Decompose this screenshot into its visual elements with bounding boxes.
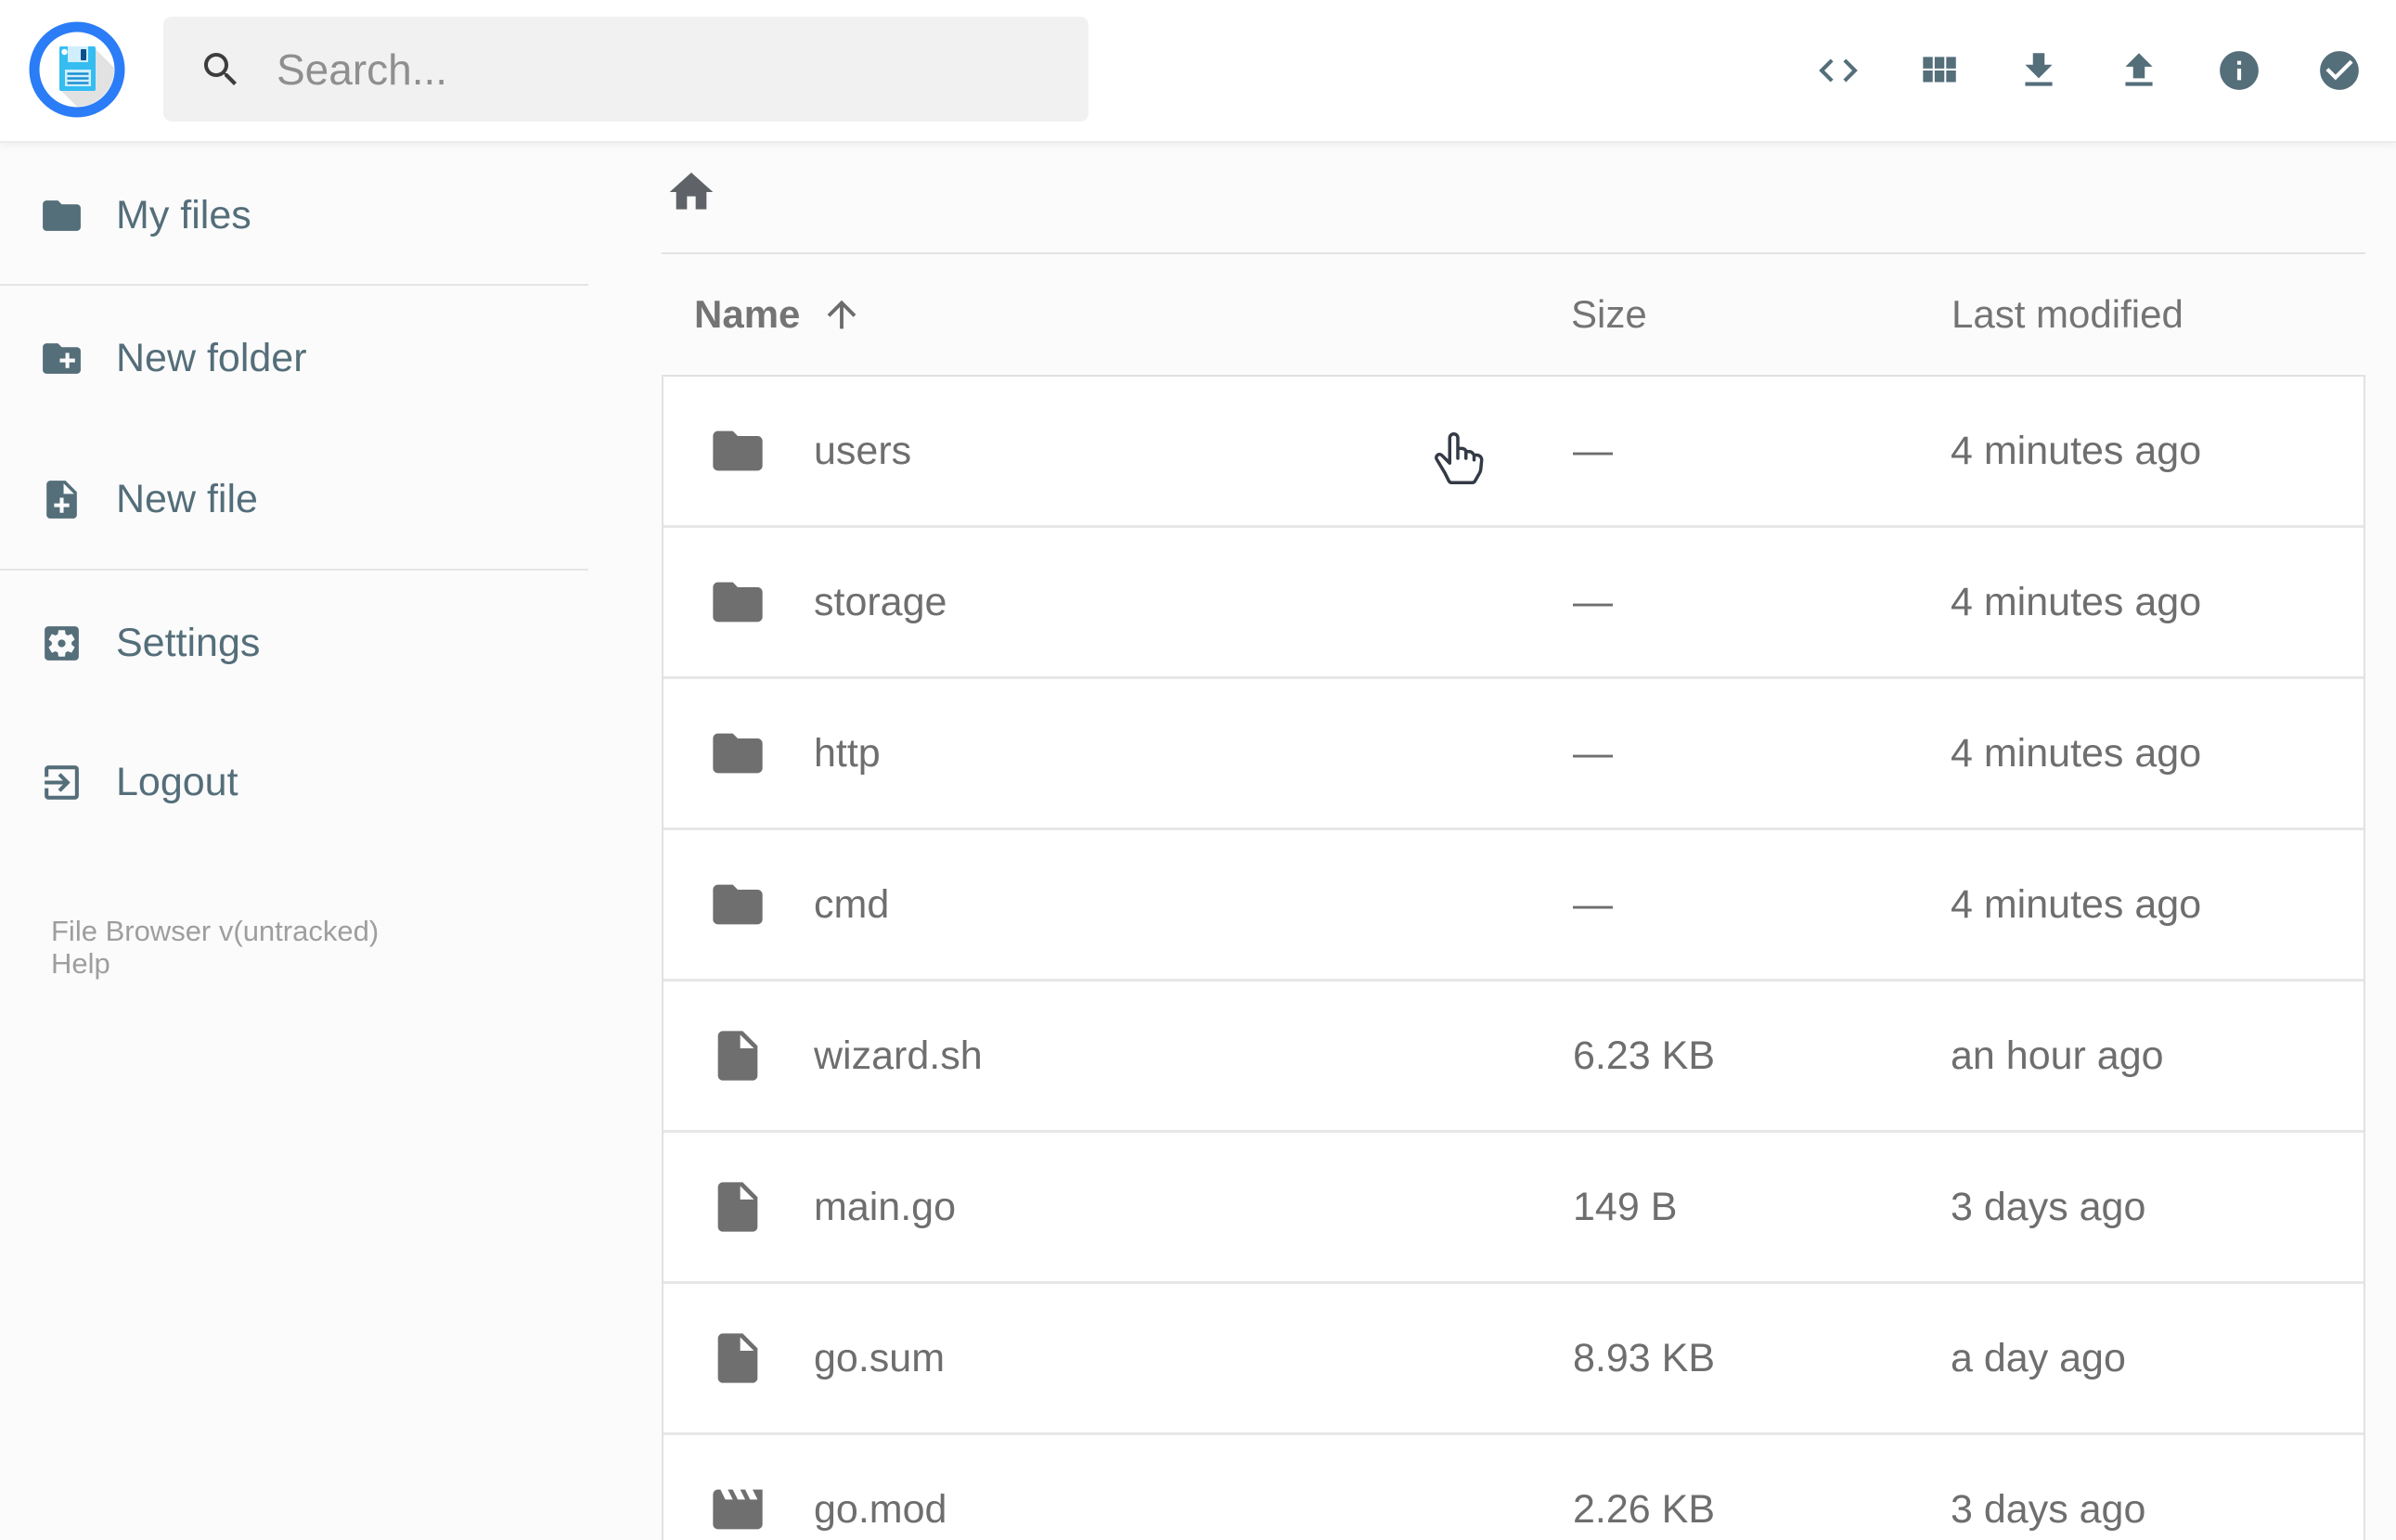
sidebar-item-label: My files (116, 192, 251, 237)
breadcrumb-divider (662, 252, 2365, 254)
file-size: 6.23 KB (1573, 1033, 1715, 1078)
sidebar-item-new-folder[interactable]: New folder (0, 312, 588, 404)
sidebar-item-logout[interactable]: Logout (0, 736, 588, 828)
folder-icon (708, 421, 767, 481)
app-version-text: File Browser v(untracked) (51, 915, 380, 947)
filebrowser-logo-icon (29, 21, 125, 118)
sort-ascending-arrow-icon (828, 300, 857, 329)
file-size: 8.93 KB (1573, 1335, 1715, 1380)
file-list: users — 4 minutes ago storage — 4 minute… (662, 375, 2365, 1540)
header-actions (1761, 47, 2363, 94)
sidebar-divider (0, 569, 588, 571)
file-name: cmd (814, 881, 890, 927)
movie-icon (708, 1480, 767, 1539)
sidebar-item-label: Logout (116, 759, 238, 804)
sidebar-item-my-files[interactable]: My files (0, 169, 588, 262)
folder-icon (708, 875, 767, 934)
file-modified: 4 minutes ago (1951, 579, 2202, 624)
settings-gear-icon (45, 625, 79, 661)
file-icon (708, 1328, 767, 1388)
file-name: main.go (814, 1184, 956, 1229)
file-size: — (1573, 579, 1613, 624)
grid-view-button[interactable] (1915, 47, 1962, 94)
filebrowser-app: My files New folder New file Settings (0, 0, 2396, 1540)
sidebar-item-new-file[interactable]: New file (0, 453, 588, 545)
file-row[interactable]: go.mod 2.26 KB 3 days ago (663, 1435, 2364, 1540)
file-size: — (1573, 428, 1613, 473)
file-modified: an hour ago (1951, 1033, 2164, 1078)
column-header-modified[interactable]: Last modified (1952, 291, 2183, 338)
file-name: users (814, 428, 912, 473)
column-header-name-label: Name (694, 292, 801, 336)
select-multiple-button[interactable] (2316, 47, 2363, 94)
file-modified: 4 minutes ago (1951, 730, 2202, 776)
download-icon (2025, 53, 2053, 86)
file-modified: 4 minutes ago (1951, 428, 2202, 473)
folder-plus-icon (43, 342, 81, 374)
sidebar-item-label: Settings (116, 620, 261, 665)
file-row[interactable]: go.sum 8.93 KB a day ago (663, 1284, 2364, 1435)
home-icon (669, 173, 714, 210)
search-input[interactable] (275, 43, 1089, 96)
upload-button[interactable] (2116, 47, 2162, 94)
folder-icon (708, 724, 767, 783)
file-icon (708, 1177, 767, 1237)
sidebar-item-settings[interactable]: Settings (0, 597, 588, 689)
file-plus-icon (46, 480, 77, 519)
code-icon (1819, 58, 1858, 83)
file-name: go.sum (814, 1335, 946, 1380)
column-header-size[interactable]: Size (1571, 291, 1647, 338)
file-modified: 3 days ago (1951, 1184, 2146, 1229)
search-bar[interactable] (163, 17, 1089, 122)
file-modified: a day ago (1951, 1335, 2126, 1380)
check-circle-icon (2320, 51, 2359, 90)
file-size: — (1573, 730, 1613, 776)
view-grid-icon (1923, 57, 1956, 83)
sidebar-item-label: New folder (116, 335, 307, 380)
sidebar-item-label: New file (116, 476, 258, 521)
file-size: 2.26 KB (1573, 1486, 1715, 1532)
info-icon (2220, 51, 2259, 90)
file-row[interactable]: main.go 149 B 3 days ago (663, 1133, 2364, 1284)
help-link[interactable]: Help (51, 947, 379, 980)
raw-code-view-button[interactable] (1815, 47, 1861, 94)
info-button[interactable] (2216, 47, 2262, 94)
file-name: go.mod (814, 1486, 947, 1532)
file-icon (708, 1026, 767, 1085)
file-row[interactable]: wizard.sh 6.23 KB an hour ago (663, 982, 2364, 1133)
download-button[interactable] (2016, 47, 2062, 94)
upload-icon (2125, 53, 2153, 86)
logout-icon (45, 764, 79, 800)
file-row[interactable]: cmd — 4 minutes ago (663, 830, 2364, 982)
column-header-name[interactable]: Name (694, 291, 863, 338)
file-modified: 4 minutes ago (1951, 881, 2202, 927)
sidebar-footer: File Browser v(untracked) Help (51, 915, 379, 980)
file-row[interactable]: http — 4 minutes ago (663, 679, 2364, 830)
column-header-size-label: Size (1571, 292, 1647, 336)
file-name: http (814, 730, 881, 776)
file-size: 149 B (1573, 1184, 1678, 1229)
file-row[interactable]: users — 4 minutes ago (663, 377, 2364, 528)
column-header-modified-label: Last modified (1952, 292, 2183, 336)
search-icon (204, 52, 237, 85)
file-modified: 3 days ago (1951, 1486, 2146, 1532)
file-row[interactable]: storage — 4 minutes ago (663, 528, 2364, 679)
file-name: wizard.sh (814, 1033, 983, 1078)
sidebar-divider (0, 284, 588, 286)
top-bar (0, 0, 2396, 143)
breadcrumb-home-button[interactable] (665, 166, 717, 218)
file-size: — (1573, 881, 1613, 927)
folder-icon (708, 572, 767, 632)
file-name: storage (814, 579, 947, 624)
folder-icon (43, 199, 81, 231)
